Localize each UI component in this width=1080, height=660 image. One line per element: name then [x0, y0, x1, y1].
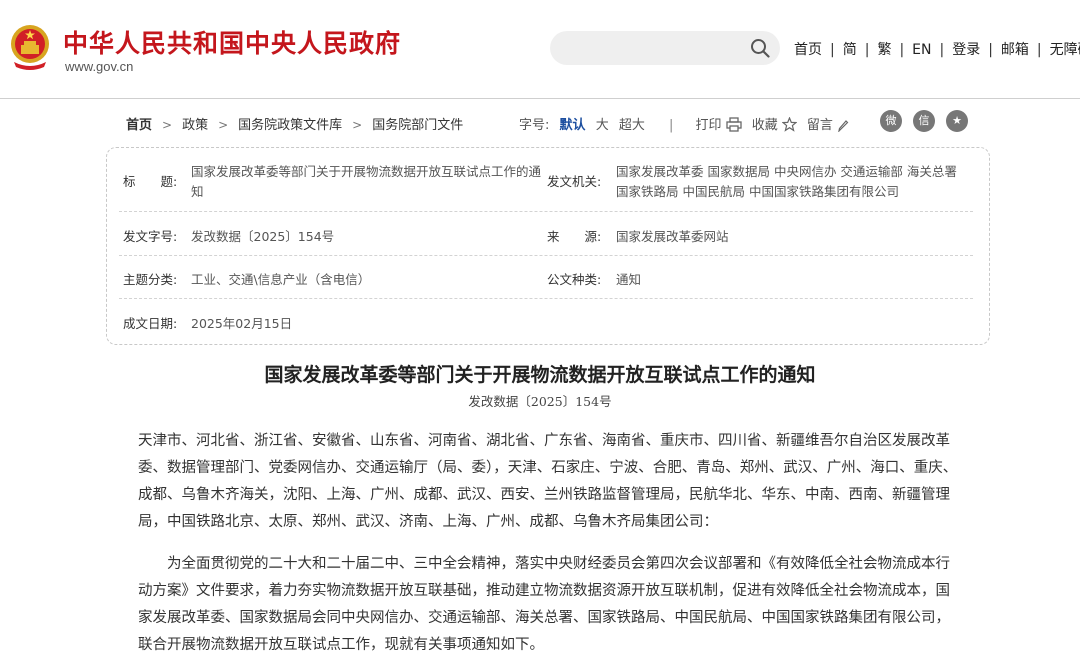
- article-paragraph: 为全面贯彻党的二十大和二十届二中、三中全会精神，落实中央财经委员会第四次会议部署…: [138, 556, 950, 653]
- document-info-box: 标 题: 国家发展改革委等部门关于开展物流数据开放互联试点工作的通 知 发文机关…: [106, 147, 990, 345]
- breadcrumb-toolbar: 首页 > 政策 > 国务院政策文件库 > 国务院部门文件 字号: 默认 大 超大 | 打印 …: [0, 110, 1080, 136]
- nav-home-link[interactable]: 首页: [794, 42, 822, 58]
- pencil-icon: [838, 120, 849, 132]
- favorite-button[interactable]: 收藏: [751, 117, 797, 133]
- category-label: 主题分类:: [123, 272, 178, 287]
- national-emblem-icon[interactable]: [10, 24, 50, 70]
- font-size-default[interactable]: 默认: [560, 118, 586, 133]
- search-input[interactable]: [550, 31, 780, 65]
- chevron-right-icon: >: [162, 118, 173, 132]
- title-value-line2: 知: [191, 184, 204, 199]
- top-nav-links: 首页 | 简 | 繁 | EN | 登录 | 邮箱 | 无障碍: [794, 39, 1080, 59]
- divider: [119, 298, 973, 299]
- print-button[interactable]: 打印: [695, 117, 742, 133]
- print-icon: [725, 117, 742, 132]
- doc-type-value: 通知: [616, 272, 642, 287]
- print-label: 打印: [695, 118, 722, 133]
- comment-label: 留言: [806, 118, 833, 133]
- star-share-icon[interactable]: ★: [946, 110, 968, 132]
- title-value-line1: 国家发展改革委等部门关于开展物流数据开放互联试点工作的通: [191, 164, 542, 179]
- font-size-large[interactable]: 大: [596, 118, 609, 133]
- source-value: 国家发展改革委网站: [616, 229, 729, 244]
- article-body: 天津市、河北省、浙江省、安徽省、山东省、河南省、湖北省、广东省、海南省、重庆市、…: [138, 428, 962, 659]
- page-tools: 字号: 默认 大 超大 | 打印 收藏 留言: [519, 114, 849, 133]
- divider: [119, 255, 973, 256]
- issuer-label: 发文机关:: [547, 174, 602, 189]
- divider: |: [669, 118, 674, 133]
- separator: |: [988, 42, 993, 58]
- article-title: 国家发展改革委等部门关于开展物流数据开放互联试点工作的通知: [264, 364, 816, 386]
- separator: |: [899, 42, 905, 58]
- breadcrumb-home[interactable]: 首页: [126, 118, 152, 133]
- issuer-value-line2: 国家铁路局 中国民航局 中国国家铁路集团有限公司: [616, 184, 899, 199]
- article-doc-number: 发改数据〔2025〕154号: [468, 394, 612, 409]
- nav-simplified-link[interactable]: 简: [843, 42, 857, 58]
- breadcrumb-policy-library[interactable]: 国务院政策文件库: [238, 118, 342, 133]
- separator: |: [830, 42, 835, 58]
- weibo-icon[interactable]: 微: [880, 110, 902, 132]
- site-url[interactable]: www.gov.cn: [65, 59, 133, 74]
- nav-accessibility-link[interactable]: 无障碍: [1050, 42, 1080, 58]
- title-label: 标 题:: [123, 174, 178, 189]
- search-icon[interactable]: [750, 38, 770, 58]
- star-icon: [781, 117, 797, 132]
- doc-number-value: 发改数据〔2025〕154号: [191, 229, 335, 244]
- breadcrumb-policy[interactable]: 政策: [182, 118, 208, 133]
- breadcrumb: 首页 > 政策 > 国务院政策文件库 > 国务院部门文件: [126, 114, 463, 133]
- nav-english-link[interactable]: EN: [912, 42, 931, 58]
- favorite-label: 收藏: [751, 118, 778, 133]
- nav-traditional-link[interactable]: 繁: [877, 42, 891, 58]
- breadcrumb-dept-documents[interactable]: 国务院部门文件: [372, 118, 463, 133]
- chevron-right-icon: >: [352, 118, 363, 132]
- date-value: 2025年02月15日: [191, 316, 293, 331]
- wechat-icon[interactable]: 信: [913, 110, 935, 132]
- nav-login-link[interactable]: 登录: [952, 42, 980, 58]
- separator: |: [1036, 42, 1042, 58]
- chevron-right-icon: >: [218, 118, 229, 132]
- doc-type-label: 公文种类:: [547, 272, 602, 287]
- separator: |: [939, 42, 945, 58]
- category-value: 工业、交通\信息产业（含电信）: [191, 272, 371, 287]
- divider: [119, 211, 973, 212]
- source-label: 来 源:: [547, 229, 602, 244]
- site-name[interactable]: 中华人民共和国中央人民政府: [63, 24, 401, 60]
- comment-button[interactable]: 留言: [807, 118, 849, 133]
- separator: |: [864, 42, 870, 58]
- site-header: 中华人民共和国中央人民政府 www.gov.cn 首页 | 简 | 繁 | EN | 登录 | 邮箱…: [0, 0, 1080, 99]
- font-size-xlarge[interactable]: 超大: [619, 118, 645, 133]
- nav-mail-link[interactable]: 邮箱: [1001, 42, 1029, 58]
- doc-number-label: 发文字号:: [123, 229, 178, 244]
- article-paragraph: 天津市、河北省、浙江省、安徽省、山东省、河南省、湖北省、广东省、海南省、重庆市、…: [138, 433, 958, 530]
- font-size-label: 字号:: [519, 118, 550, 133]
- date-label: 成文日期:: [123, 316, 178, 331]
- issuer-value-line1: 国家发展改革委 国家数据局 中央网信办 交通运输部 海关总署: [616, 164, 957, 179]
